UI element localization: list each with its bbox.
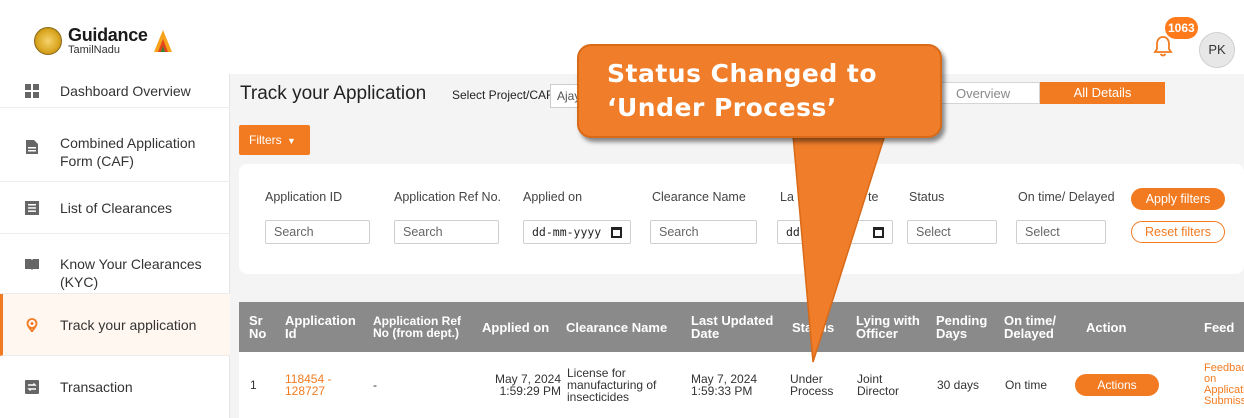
cell-feedback-link[interactable]: Feedback on Application Submission [1204, 352, 1244, 418]
callout-line-1: Status Changed to [607, 59, 878, 88]
filter-label-application-id: Application ID [265, 190, 343, 204]
sidebar-item-label: Dashboard Overview [60, 83, 191, 99]
select-project-label: Select Project/CAF [452, 88, 554, 102]
table-row: 1 118454 - 128727 - May 7, 2024 1:59:29 … [239, 352, 1244, 418]
application-id-search-input[interactable]: Search [265, 220, 370, 244]
filter-label-status: Status [909, 190, 945, 204]
cell-clearance: License for manufacturing of insecticide… [567, 366, 657, 404]
cell-applied-on: May 7, 2024 1:59:29 PM [494, 372, 561, 398]
sidebar-item-transaction[interactable]: Transaction [0, 356, 230, 418]
filters-label: Filters [249, 133, 282, 147]
filter-label-last-updated-partial: La [780, 190, 794, 204]
col-lying-with: Lying with Officer [856, 313, 920, 341]
document-icon [26, 140, 38, 154]
filter-label-date-partial: te [868, 190, 879, 204]
tn-emblem-icon [34, 27, 62, 55]
page-title: Track your Application [240, 83, 427, 104]
sidebar-item-label: Transaction [60, 379, 133, 395]
col-feedback: Feed [1204, 319, 1235, 335]
sidebar-item-dashboard[interactable]: Dashboard Overview [0, 74, 230, 108]
notification-badge: 1063 [1165, 17, 1198, 39]
filter-label-applied-on: Applied on [523, 190, 583, 204]
ref-no-search-input[interactable]: Search [394, 220, 499, 244]
last-updated-date-value: dd [786, 225, 800, 239]
tab-overview[interactable]: Overview [940, 82, 1040, 104]
calendar-icon [873, 227, 884, 238]
status-select[interactable]: Select [907, 220, 997, 244]
col-clearance-name: Clearance Name [566, 319, 668, 335]
filter-label-on-time: On time/ Delayed [1018, 190, 1115, 204]
last-updated-date-input[interactable]: dd [777, 220, 893, 244]
logo[interactable]: Guidance TamilNadu [34, 26, 174, 56]
on-time-select[interactable]: Select [1016, 220, 1106, 244]
col-last-updated: Last Updated Date [691, 313, 774, 341]
location-pin-icon [26, 318, 38, 332]
sidebar-item-label: List of Clearances [60, 200, 173, 216]
logo-subtitle: TamilNadu [68, 44, 120, 56]
sidebar-item-caf[interactable]: Combined Application Form (CAF) [0, 108, 230, 182]
col-status-part1: Sta [792, 319, 813, 335]
cell-ref-no: - [373, 378, 377, 392]
sidebar: Dashboard Overview Combined Application … [0, 74, 230, 418]
sidebar-item-clearances[interactable]: List of Clearances [0, 182, 230, 234]
callout-text: Status Changed to ‘Under Process’ [607, 57, 937, 125]
applied-on-date-value: dd-mm-yyyy [532, 225, 602, 239]
filter-label-clearance-name: Clearance Name [652, 190, 746, 204]
clearance-name-search-input[interactable]: Search [650, 220, 757, 244]
transaction-icon [25, 380, 39, 394]
cell-last-updated: May 7, 2024 1:59:33 PM [691, 372, 758, 398]
caret-down-icon: ▼ [287, 136, 296, 146]
cell-status: Under Process [790, 372, 834, 398]
actions-button[interactable]: Actions [1075, 374, 1159, 396]
callout-line-2: ‘Under Process’ [607, 93, 837, 122]
col-on-time: On time/ Delayed [1004, 313, 1057, 341]
col-status-part2: us [819, 319, 835, 335]
col-pending-days: Pending Days [936, 313, 988, 341]
filters-button[interactable]: Filters ▼ [239, 125, 310, 155]
logo-mark-icon [153, 30, 172, 52]
sidebar-item-label: Combined Application Form (CAF) [60, 135, 196, 169]
top-strip [0, 0, 1244, 8]
applied-on-date-input[interactable]: dd-mm-yyyy [523, 220, 631, 244]
reset-filters-button[interactable]: Reset filters [1131, 221, 1225, 243]
cell-application-id[interactable]: 118454 - 128727 [285, 352, 345, 418]
apply-filters-button[interactable]: Apply filters [1131, 188, 1225, 210]
sidebar-item-kyc[interactable]: Know Your Clearances (KYC) [0, 234, 230, 294]
filter-panel: Application ID Application Ref No. Appli… [239, 164, 1244, 274]
book-icon [25, 259, 39, 270]
cell-on-time: On time [1005, 378, 1048, 392]
sidebar-item-label: Track your application [60, 317, 197, 333]
col-application-id: Application Id [285, 313, 356, 341]
col-ref-no: Application Ref No (from dept.) [373, 314, 462, 340]
col-applied-on: Applied on [482, 319, 550, 335]
filter-label-ref-no: Application Ref No. [394, 190, 502, 204]
cell-officer: Joint Director [857, 372, 900, 398]
list-icon [25, 201, 39, 215]
col-sr-no: Sr No [249, 313, 267, 341]
table-header: Sr No Application Id Application Ref No … [239, 302, 1244, 352]
sidebar-item-track[interactable]: Track your application [0, 294, 230, 356]
col-action: Action [1086, 319, 1127, 335]
logo-title: Guidance [68, 25, 148, 45]
sidebar-item-label: Know Your Clearances (KYC) [60, 256, 202, 290]
tab-all-details[interactable]: All Details [1040, 82, 1165, 104]
cell-pending: 30 days [937, 378, 980, 392]
cell-sr: 1 [250, 378, 257, 392]
user-avatar[interactable]: PK [1199, 32, 1235, 68]
calendar-icon [611, 227, 622, 238]
dashboard-icon [25, 84, 39, 98]
